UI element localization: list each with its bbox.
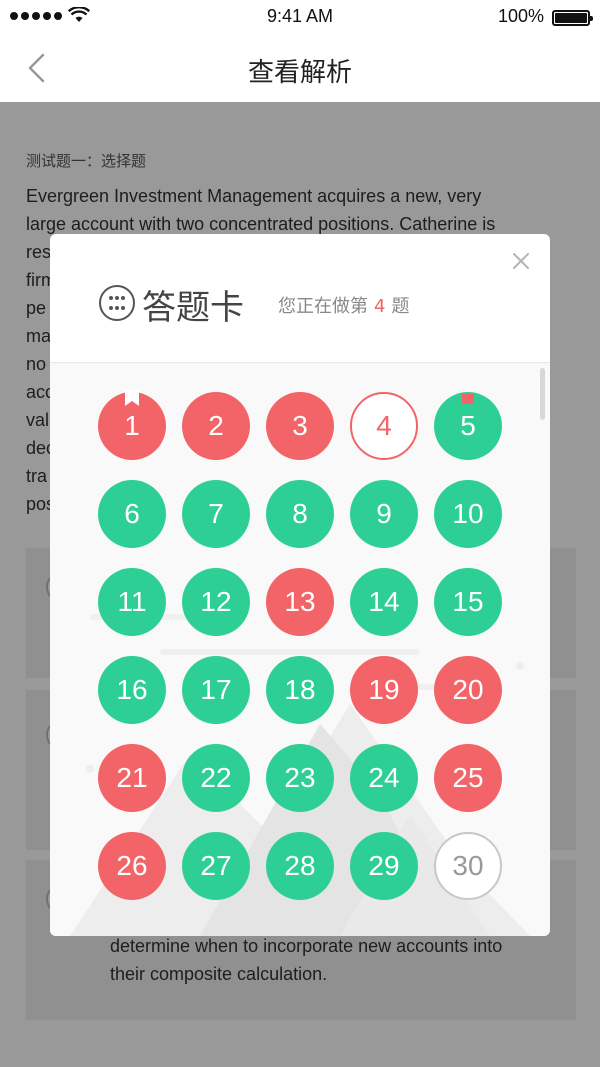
question-number-button[interactable]: 13 (266, 568, 334, 636)
question-number-label: 14 (368, 586, 400, 617)
question-number-button[interactable]: 24 (350, 744, 418, 812)
question-number-label: 21 (116, 762, 148, 793)
question-number-button[interactable]: 4 (350, 392, 418, 460)
question-number-button[interactable]: 9 (350, 480, 418, 548)
question-number-button[interactable]: 26 (98, 832, 166, 900)
question-number-label: 27 (200, 850, 232, 881)
question-number-button[interactable]: 11 (98, 568, 166, 636)
question-number-label: 16 (116, 674, 148, 705)
question-number-button[interactable]: 5 (434, 392, 502, 460)
question-number-button[interactable]: 17 (182, 656, 250, 724)
question-number-label: 5 (460, 410, 476, 441)
question-number-label: 9 (376, 498, 392, 529)
question-number-label: 7 (208, 498, 224, 529)
question-number-button[interactable]: 15 (434, 568, 502, 636)
flag-icon (462, 394, 474, 404)
question-number-button[interactable]: 21 (98, 744, 166, 812)
question-number-label: 26 (116, 850, 148, 881)
nav-bar: 查看解析 (0, 34, 600, 102)
question-number-button[interactable]: 18 (266, 656, 334, 724)
page-title: 查看解析 (247, 58, 352, 88)
question-number-button[interactable]: 27 (182, 832, 250, 900)
question-number-label: 1 (124, 410, 140, 441)
status-bar: 9:41 AM 100% (0, 0, 600, 34)
question-number-label: 15 (452, 586, 484, 617)
question-number-label: 10 (452, 498, 484, 529)
progress-suffix: 题 (391, 296, 410, 317)
divider (50, 362, 550, 363)
question-number-button[interactable]: 1 (98, 390, 166, 460)
question-number-button[interactable]: 16 (98, 656, 166, 724)
battery-percentage: 100% (497, 6, 544, 26)
question-number-button[interactable]: 14 (350, 568, 418, 636)
close-icon (513, 253, 529, 269)
question-number-label: 17 (200, 674, 232, 705)
question-number-button[interactable]: 6 (98, 480, 166, 548)
question-number-label: 19 (368, 674, 400, 705)
progress-indicator: 您正在做第 4 题 (278, 292, 409, 318)
question-number-label: 12 (200, 586, 232, 617)
question-number-label: 24 (368, 762, 400, 793)
scrollbar[interactable] (540, 368, 545, 420)
question-number-button[interactable]: 10 (434, 480, 502, 548)
question-number-label: 28 (284, 850, 316, 881)
question-number-label: 11 (117, 586, 147, 617)
question-number-label: 6 (124, 498, 140, 529)
question-number-button[interactable]: 29 (350, 832, 418, 900)
answer-card-modal: 答题卡 您正在做第 4 题 1 2 3 4 5 6 7 8 9 10 11 12 13 14 15 16 17 18 1… (50, 234, 550, 936)
answer-card-icon (99, 285, 135, 321)
question-number-button[interactable]: 3 (266, 392, 334, 460)
question-number-label: 3 (292, 410, 308, 441)
bookmark-icon (125, 390, 139, 406)
question-number-label: 25 (452, 762, 484, 793)
question-number-button[interactable]: 25 (434, 744, 502, 812)
question-number-button[interactable]: 12 (182, 568, 250, 636)
question-number-grid: 1 2 3 4 5 6 7 8 9 10 11 12 13 14 15 16 17 18 19 20 21 22 23 24 2… (98, 390, 502, 900)
answer-card-title: 答题卡 (142, 288, 244, 328)
question-number-button[interactable]: 19 (350, 656, 418, 724)
question-number-button[interactable]: 8 (266, 480, 334, 548)
question-number-button[interactable]: 22 (182, 744, 250, 812)
question-number-label: 23 (284, 762, 316, 793)
progress-prefix: 您正在做第 (278, 296, 368, 317)
question-number-button[interactable]: 23 (266, 744, 334, 812)
question-number-button[interactable]: 20 (434, 656, 502, 724)
question-number-label: 20 (452, 674, 484, 705)
question-number-label: 8 (292, 498, 308, 529)
close-button[interactable] (506, 246, 536, 276)
question-number-button[interactable]: 7 (182, 480, 250, 548)
question-number-label: 22 (200, 762, 232, 793)
question-number-label: 29 (368, 850, 400, 881)
question-number-button[interactable]: 2 (182, 392, 250, 460)
question-number-label: 4 (376, 410, 392, 441)
question-number-label: 30 (452, 850, 484, 881)
question-number-label: 2 (208, 410, 224, 441)
battery-icon (552, 10, 593, 26)
question-number-button[interactable]: 28 (266, 832, 334, 900)
question-number-label: 18 (284, 674, 316, 705)
current-question-number: 4 (374, 296, 386, 317)
question-number-button[interactable]: 30 (434, 832, 502, 900)
question-number-label: 13 (284, 586, 316, 617)
